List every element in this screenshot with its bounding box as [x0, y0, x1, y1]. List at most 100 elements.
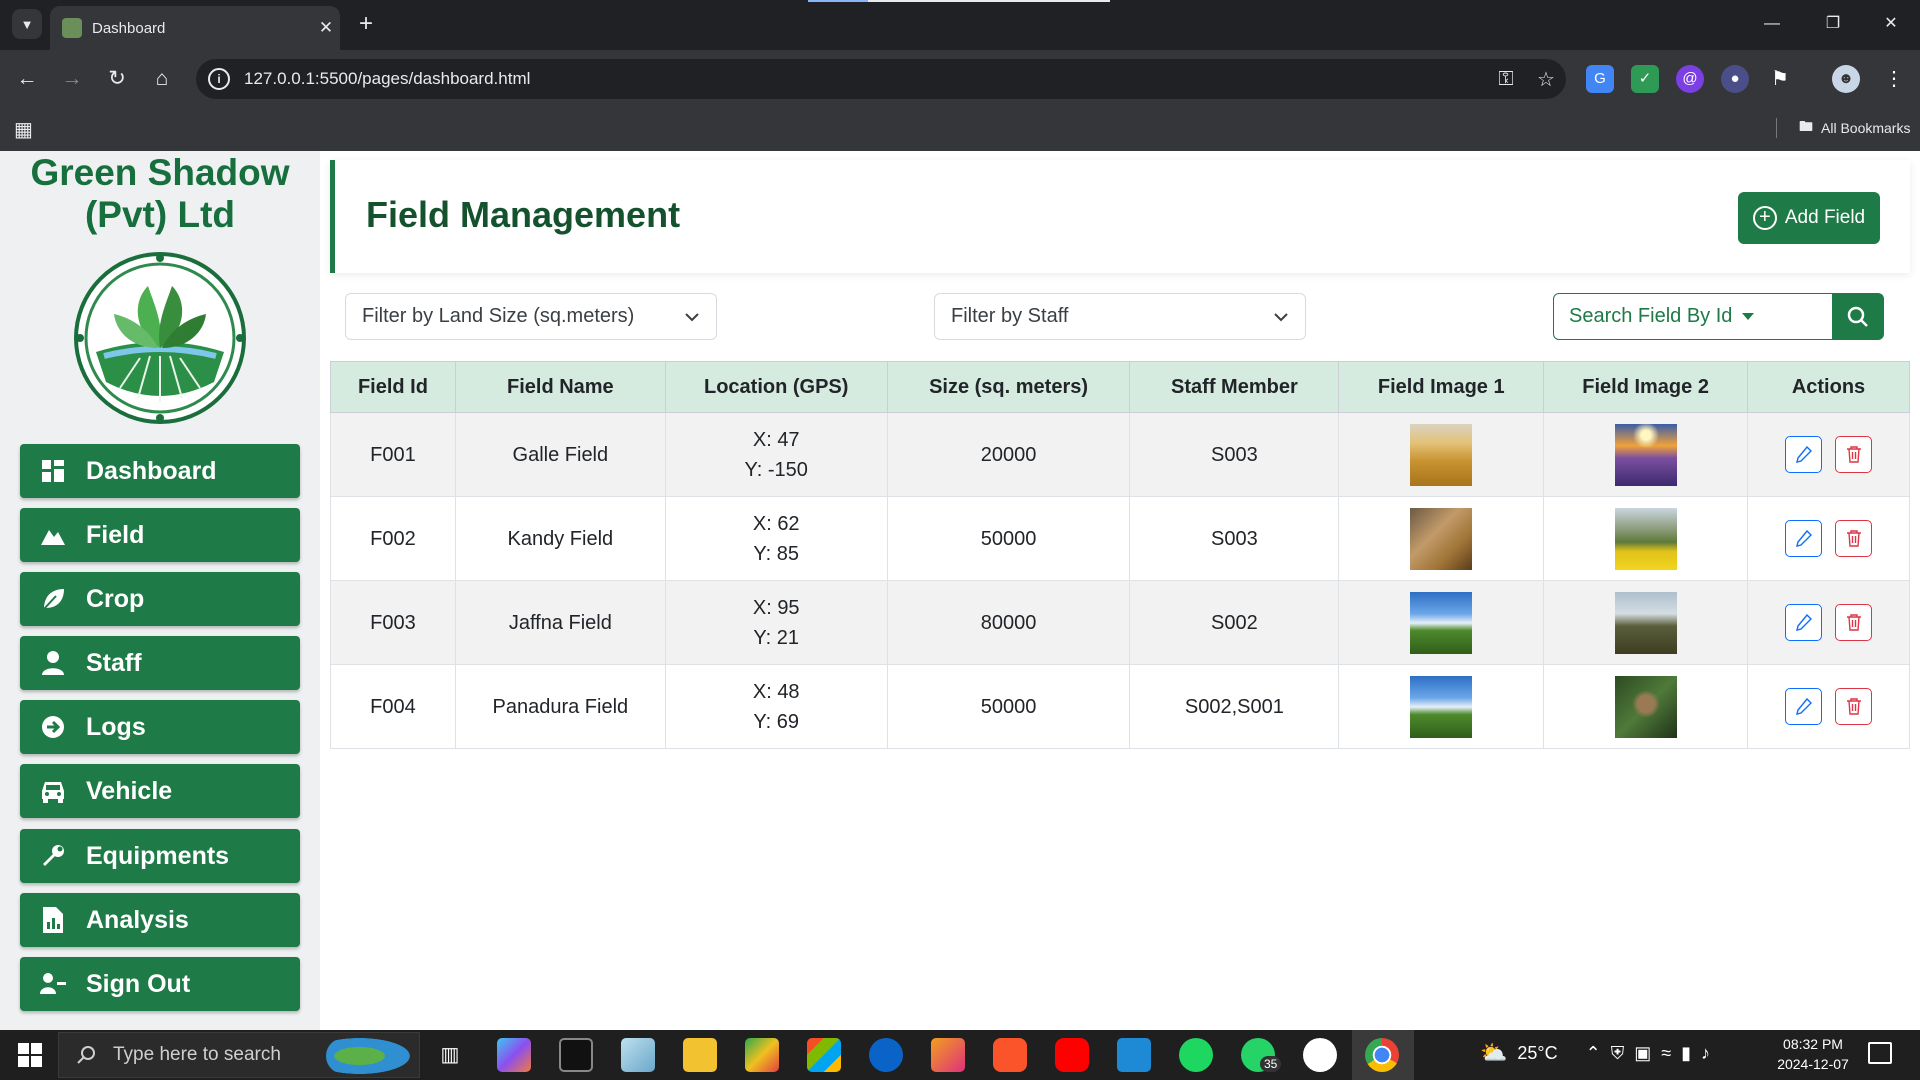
minimize-button[interactable]: — [1757, 12, 1787, 36]
store-icon[interactable] [807, 1038, 841, 1072]
nav-label: Analysis [86, 905, 189, 934]
circle-extension-icon[interactable]: ● [1721, 65, 1749, 93]
edit-button[interactable] [1784, 604, 1822, 641]
forward-button[interactable]: → [55, 62, 89, 96]
company-logo [74, 252, 246, 424]
chart-file-icon [38, 905, 68, 935]
table-header-row: Field Id Field Name Location (GPS) Size … [330, 361, 1910, 413]
field-image-thumbnail [1614, 423, 1677, 486]
search-field-dropdown[interactable]: Search Field By Id [1553, 293, 1833, 340]
all-bookmarks-label: All Bookmarks [1821, 120, 1911, 136]
add-field-button[interactable]: + Add Field [1738, 192, 1880, 244]
nav-crop[interactable]: Crop [20, 572, 300, 626]
table-row: F002 Kandy Field X: 62 Y: 85 50000 S003 [330, 496, 1910, 581]
cell-location: X: 95 Y: 21 [664, 580, 888, 665]
site-info-icon[interactable]: i [208, 68, 230, 90]
search-highlight-icon[interactable] [326, 1038, 410, 1074]
nav-staff[interactable]: Staff [20, 636, 300, 690]
password-key-icon[interactable]: ⚿ [1486, 68, 1526, 91]
address-bar[interactable]: i 127.0.0.1:5500/pages/dashboard.html ⚿ … [196, 59, 1566, 99]
loc-y: Y: 69 [753, 710, 800, 733]
tab-favicon-icon [62, 18, 82, 38]
github-icon[interactable] [1303, 1038, 1337, 1072]
edit-button[interactable] [1784, 520, 1822, 557]
nav-label: Sign Out [86, 969, 191, 998]
windows-start-icon[interactable] [18, 1043, 42, 1067]
spotify-icon[interactable] [1179, 1038, 1213, 1072]
extensions-puzzle-icon[interactable]: ⚑ [1766, 65, 1794, 93]
browser-tab[interactable]: Dashboard ✕ [50, 6, 340, 50]
intellij-icon[interactable] [931, 1038, 965, 1072]
caret-down-icon [1742, 313, 1755, 320]
task-view-icon[interactable]: ▥ [433, 1038, 467, 1072]
cell-actions [1747, 412, 1910, 497]
nav-sign-out[interactable]: Sign Out [20, 957, 300, 1011]
delete-button[interactable] [1835, 436, 1873, 473]
translate-extension-icon[interactable]: G [1586, 65, 1614, 93]
nav-logs[interactable]: Logs [20, 700, 300, 754]
volume-icon[interactable]: ♪ [1701, 1043, 1710, 1064]
security-tray-icon[interactable]: ⛨ [1611, 1043, 1625, 1064]
back-button[interactable]: ← [10, 62, 44, 96]
cell-size: 50000 [886, 664, 1131, 749]
camera-tray-icon[interactable]: ▣ [1634, 1043, 1651, 1064]
vscode-icon[interactable] [1117, 1038, 1151, 1072]
cell-staff: S003 [1129, 412, 1340, 497]
wifi-icon[interactable]: ≈ [1661, 1043, 1671, 1064]
search-button[interactable] [1832, 293, 1884, 340]
loc-y: Y: 85 [753, 542, 800, 565]
brave-icon[interactable] [993, 1038, 1027, 1072]
profile-avatar[interactable]: ☻ [1832, 65, 1860, 93]
bookmarks-divider [1776, 118, 1777, 138]
bookmark-star-icon[interactable]: ☆ [1526, 67, 1566, 92]
shield-extension-icon[interactable]: ✓ [1631, 65, 1659, 93]
file-explorer-icon[interactable] [683, 1038, 717, 1072]
loc-y: Y: -150 [744, 458, 808, 481]
meet-icon[interactable] [745, 1038, 779, 1072]
nav-label: Field [86, 520, 145, 549]
new-tab-button[interactable]: + [352, 10, 380, 38]
window-close-button[interactable]: ✕ [1876, 12, 1906, 36]
taskbar-clock[interactable]: 08:32 PM 2024-12-07 [1768, 1034, 1858, 1074]
terminal-icon[interactable] [559, 1038, 593, 1072]
restore-button[interactable]: ❐ [1818, 12, 1848, 36]
search-icon [77, 1046, 95, 1064]
nav-label: Crop [86, 584, 145, 613]
purple-extension-icon[interactable]: @ [1676, 65, 1704, 93]
tab-close-icon[interactable]: ✕ [312, 18, 340, 38]
tab-title: Dashboard [92, 19, 166, 37]
nav-equipments[interactable]: Equipments [20, 829, 300, 883]
reload-button[interactable]: ↻ [100, 62, 134, 96]
cell-image-1 [1338, 664, 1545, 749]
nav-field[interactable]: Field [20, 508, 300, 562]
cell-size: 50000 [886, 496, 1131, 581]
battery-icon[interactable]: ▮ [1681, 1043, 1691, 1064]
browser-menu-icon[interactable]: ⋮ [1880, 65, 1908, 93]
outlook-icon[interactable] [869, 1038, 903, 1072]
tray-chevron-icon[interactable]: ⌃ [1586, 1043, 1601, 1064]
notes-app-icon[interactable] [621, 1038, 655, 1072]
delete-button[interactable] [1835, 520, 1873, 557]
staff-filter[interactable]: Filter by Staff [934, 293, 1306, 340]
edit-button[interactable] [1784, 688, 1822, 725]
land-size-filter[interactable]: Filter by Land Size (sq.meters) [345, 293, 717, 340]
weather-icon[interactable]: ⛅ [1480, 1040, 1507, 1066]
nav-dashboard[interactable]: Dashboard [20, 444, 300, 498]
notifications-icon[interactable] [1868, 1042, 1892, 1064]
edit-button[interactable] [1784, 436, 1822, 473]
chrome-icon[interactable] [1365, 1038, 1399, 1072]
cell-field-id: F001 [330, 412, 456, 497]
nav-vehicle[interactable]: Vehicle [20, 764, 300, 818]
tab-search-button[interactable]: ▼ [12, 9, 42, 39]
apps-grid-icon[interactable]: ▦ [14, 117, 33, 142]
all-bookmarks-button[interactable]: 🖿 All Bookmarks [1776, 116, 1910, 140]
delete-button[interactable] [1835, 604, 1873, 641]
field-image-thumbnail [1410, 423, 1473, 486]
cell-field-name: Galle Field [454, 412, 666, 497]
home-button[interactable]: ⌂ [145, 62, 179, 96]
copilot-icon[interactable] [497, 1038, 531, 1072]
nav-analysis[interactable]: Analysis [20, 893, 300, 947]
youtube-icon[interactable] [1055, 1038, 1089, 1072]
cell-actions [1747, 664, 1910, 749]
delete-button[interactable] [1835, 688, 1873, 725]
